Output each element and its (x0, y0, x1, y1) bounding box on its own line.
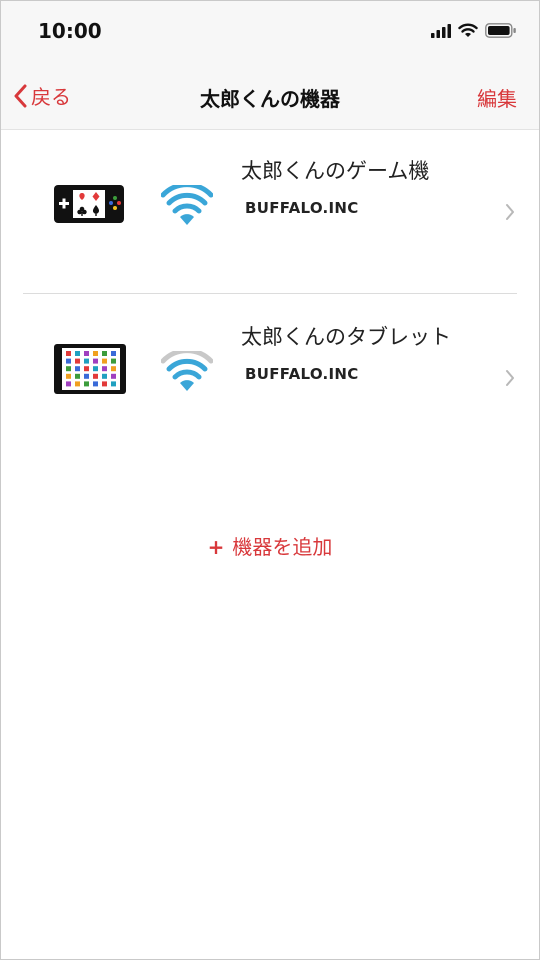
tablet-app-tile (84, 358, 89, 364)
tablet-app-tile (66, 351, 71, 356)
status-icons (431, 23, 517, 38)
tablet-icon (54, 344, 126, 394)
chevron-right-icon (506, 370, 514, 386)
tablet-app-tile (75, 358, 80, 364)
wifi-signal-full-icon (161, 185, 213, 225)
tablet-app-tile (111, 373, 116, 379)
tablet-app-tile (111, 351, 116, 356)
tablet-app-tile (66, 373, 71, 379)
tablet-app-tile (93, 358, 98, 364)
plus-icon: + (207, 535, 225, 559)
status-time: 10:00 (38, 19, 102, 43)
top-bar: 10:00 戻る 太郎くんの機器 編集 (1, 1, 539, 130)
battery-icon (485, 23, 516, 38)
wifi-status-icon (458, 23, 478, 37)
add-device-label: 機器を追加 (232, 535, 333, 559)
tablet-app-tile (93, 366, 98, 372)
tablet-app-tile (75, 373, 80, 379)
tablet-app-tile (102, 381, 107, 387)
tablet-app-tile (111, 366, 116, 372)
row-divider (23, 293, 517, 294)
tablet-app-tile (93, 373, 98, 379)
device-row-game-console[interactable]: 太郎くんのゲーム機 BUFFALO.INC (23, 141, 539, 291)
device-maker: BUFFALO.INC (245, 365, 359, 383)
device-row-tablet[interactable]: 太郎くんのタブレット BUFFALO.INC (23, 307, 539, 457)
tablet-app-tile (102, 351, 107, 356)
tablet-app-tile (75, 366, 80, 372)
wifi-signal-partial-icon (161, 351, 213, 391)
tablet-app-tile (111, 381, 116, 387)
tablet-app-tile (66, 381, 71, 387)
tablet-app-tile (102, 366, 107, 372)
tablet-app-tile (66, 358, 71, 364)
game-console-icon (54, 185, 124, 223)
cellular-signal-icon (431, 23, 451, 38)
tablet-app-tile (75, 381, 80, 387)
tablet-app-tile (84, 351, 89, 356)
tablet-app-tile (111, 358, 116, 364)
page-title: 太郎くんの機器 (200, 87, 340, 111)
tablet-app-tile (84, 381, 89, 387)
add-device-button[interactable]: + 機器を追加 (1, 531, 539, 560)
tablet-app-tile (102, 373, 107, 379)
tablet-app-tile (102, 358, 107, 364)
phone-screen: 10:00 戻る 太郎くんの機器 編集 太郎くんのゲーム機 BUFFALO.IN… (0, 0, 540, 960)
tablet-app-tile (75, 351, 80, 356)
tablet-app-tile (93, 381, 98, 387)
device-maker: BUFFALO.INC (245, 199, 359, 217)
device-name: 太郎くんのゲーム機 (241, 159, 430, 183)
edit-button[interactable]: 編集 (477, 83, 517, 112)
tablet-app-tile (84, 373, 89, 379)
tablet-app-tile (66, 366, 71, 372)
tablet-app-tile (84, 366, 89, 372)
chevron-right-icon (506, 204, 514, 220)
device-name: 太郎くんのタブレット (241, 325, 451, 349)
tablet-app-tile (93, 351, 98, 356)
